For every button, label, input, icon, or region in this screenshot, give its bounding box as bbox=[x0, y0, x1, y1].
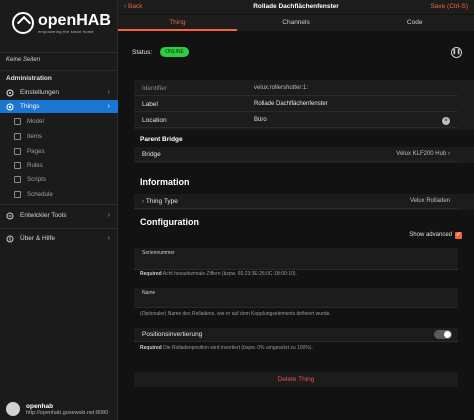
pages-icon bbox=[14, 148, 21, 155]
save-button[interactable]: Save (Ctrl-S) bbox=[430, 3, 468, 10]
user-name: openhab bbox=[26, 402, 54, 410]
sidebar-sub-model[interactable]: Model bbox=[0, 115, 118, 128]
user-host: http://openhab.gusewski.net:8080 bbox=[26, 409, 109, 416]
sidebar-item-label: Einstellungen bbox=[20, 89, 60, 96]
sidebar-item-settings[interactable]: Einstellungen › bbox=[0, 86, 118, 99]
top-bar: ‹ Back Rollade Dachflächenfenster Save (… bbox=[118, 0, 474, 14]
chevron-right-icon: › bbox=[107, 212, 110, 219]
information-heading: Information bbox=[140, 177, 190, 187]
things-icon bbox=[6, 103, 14, 111]
identifier-value: velux:rollershutter:1: bbox=[254, 85, 309, 91]
configuration-heading: Configuration bbox=[140, 217, 199, 227]
thing-type-row[interactable]: › Thing Type Velux Rolladen bbox=[134, 195, 458, 209]
sidebar-item-help[interactable]: Über & Hilfe › bbox=[0, 232, 118, 245]
label-label: Label bbox=[142, 101, 158, 108]
status-label: Status: bbox=[132, 48, 153, 56]
sidebar-sub-pages[interactable]: Pages bbox=[0, 145, 118, 158]
identifier-label: Identifier bbox=[142, 85, 167, 92]
chevron-right-icon: › bbox=[107, 235, 110, 242]
gear-icon bbox=[6, 88, 14, 97]
sidebar-sub-label: Pages bbox=[27, 148, 45, 155]
show-advanced-label: Show advanced bbox=[409, 232, 452, 238]
sidebar-sub-label: Rules bbox=[27, 162, 43, 169]
sidebar-admin-heading: Administration bbox=[6, 75, 52, 82]
tab-code[interactable]: Code bbox=[355, 15, 474, 31]
items-icon bbox=[14, 133, 21, 140]
sidebar-sub-items[interactable]: Items bbox=[0, 130, 118, 143]
name-label: Name bbox=[142, 290, 156, 296]
schedule-icon bbox=[14, 191, 21, 198]
avatar bbox=[6, 402, 20, 416]
openhab-logo-icon bbox=[12, 12, 34, 34]
tab-channels[interactable]: Channels bbox=[237, 15, 356, 31]
information-panel: › Thing Type Velux Rolladen bbox=[134, 194, 474, 210]
sidebar-item-label: Things bbox=[20, 103, 40, 110]
bridge-value: Velux KLF200 Hub › bbox=[396, 151, 450, 157]
sidebar-sub-label: Scripts bbox=[27, 176, 46, 183]
inversion-row[interactable]: Positionsinvertierung bbox=[134, 328, 458, 342]
sidebar: openHAB empowering the smart home Keine … bbox=[0, 0, 118, 420]
rules-icon bbox=[14, 162, 21, 169]
parent-bridge-heading: Parent Bridge bbox=[140, 136, 183, 143]
thing-type-value: Velux Rolladen bbox=[409, 198, 450, 204]
pause-button[interactable]: ❚❚ bbox=[451, 47, 462, 58]
identifier-row: Identifier velux:rollershutter:1: bbox=[134, 82, 458, 96]
thing-type-label: › Thing Type bbox=[142, 198, 178, 205]
serial-field[interactable]: Seriennummer bbox=[134, 248, 458, 270]
serial-hint: Required Acht hexadezimale Ziffern (bzpw… bbox=[140, 271, 297, 277]
sidebar-section-pages: Keine Seiten bbox=[6, 57, 41, 63]
user-profile[interactable]: openhab http://openhab.gusewski.net:8080 bbox=[6, 402, 108, 416]
bridge-panel: Bridge Velux KLF200 Hub › bbox=[134, 147, 474, 163]
name-field[interactable]: Name bbox=[134, 288, 458, 308]
location-label: Location bbox=[142, 117, 167, 124]
label-row[interactable]: Label Rollade Dachflächenfenster bbox=[134, 98, 458, 112]
status-badge: ONLINE bbox=[160, 47, 189, 57]
show-advanced-checkbox[interactable]: ✓ bbox=[455, 232, 462, 239]
sidebar-item-things[interactable]: Things › bbox=[0, 100, 118, 113]
sidebar-sub-label: Model bbox=[27, 118, 44, 125]
sidebar-sub-rules[interactable]: Rules bbox=[0, 159, 118, 172]
info-icon bbox=[6, 235, 14, 243]
page-title: Rollade Dachflächenfenster bbox=[253, 3, 339, 10]
openhab-logo[interactable]: openHAB empowering the smart home bbox=[12, 12, 111, 34]
serial-label: Seriennummer bbox=[142, 250, 175, 256]
label-input[interactable]: Rollade Dachflächenfenster bbox=[254, 101, 328, 107]
chevron-right-icon: › bbox=[107, 103, 110, 110]
sidebar-sub-schedule[interactable]: Schedule bbox=[0, 188, 118, 201]
chevron-right-icon: › bbox=[107, 89, 110, 96]
dev-tools-icon bbox=[6, 212, 14, 220]
delete-thing-button[interactable]: Delete Thing bbox=[134, 372, 458, 387]
sidebar-sub-label: Schedule bbox=[27, 191, 53, 198]
sidebar-item-label: Entwickler Tools bbox=[20, 212, 67, 219]
main-content: ‹ Back Rollade Dachflächenfenster Save (… bbox=[118, 0, 474, 420]
bridge-label: Bridge bbox=[142, 151, 161, 158]
sidebar-sub-label: Items bbox=[27, 133, 43, 140]
chevron-right-icon: › bbox=[142, 198, 145, 205]
inversion-label: Positionsinvertierung bbox=[142, 331, 203, 338]
thing-properties-panel: Identifier velux:rollershutter:1: Label … bbox=[134, 80, 474, 130]
clear-icon[interactable]: × bbox=[442, 117, 450, 125]
model-icon bbox=[14, 118, 21, 125]
pause-icon: ❚❚ bbox=[452, 49, 461, 55]
sidebar-item-label: Über & Hilfe bbox=[20, 235, 56, 242]
name-hint: (Optionaler) Name des Rolladens, wie er … bbox=[140, 311, 331, 317]
location-input[interactable]: Büro bbox=[254, 117, 267, 123]
sidebar-sub-scripts[interactable]: Scripts bbox=[0, 173, 118, 186]
bridge-row[interactable]: Bridge Velux KLF200 Hub › bbox=[134, 148, 458, 162]
scripts-icon bbox=[14, 176, 21, 183]
logo-tagline: empowering the smart home bbox=[38, 28, 94, 34]
sidebar-item-dev-tools[interactable]: Entwickler Tools › bbox=[0, 209, 118, 222]
status-row: Status: ONLINE bbox=[132, 47, 189, 57]
inversion-hint: Required Die Rolladenposition wird inver… bbox=[140, 345, 313, 351]
location-row[interactable]: Location Büro × bbox=[134, 114, 458, 128]
active-tab-indicator bbox=[118, 29, 237, 31]
inversion-toggle[interactable] bbox=[434, 330, 452, 339]
logo-name: openHAB bbox=[38, 11, 111, 29]
chevron-right-icon: › bbox=[448, 151, 450, 157]
